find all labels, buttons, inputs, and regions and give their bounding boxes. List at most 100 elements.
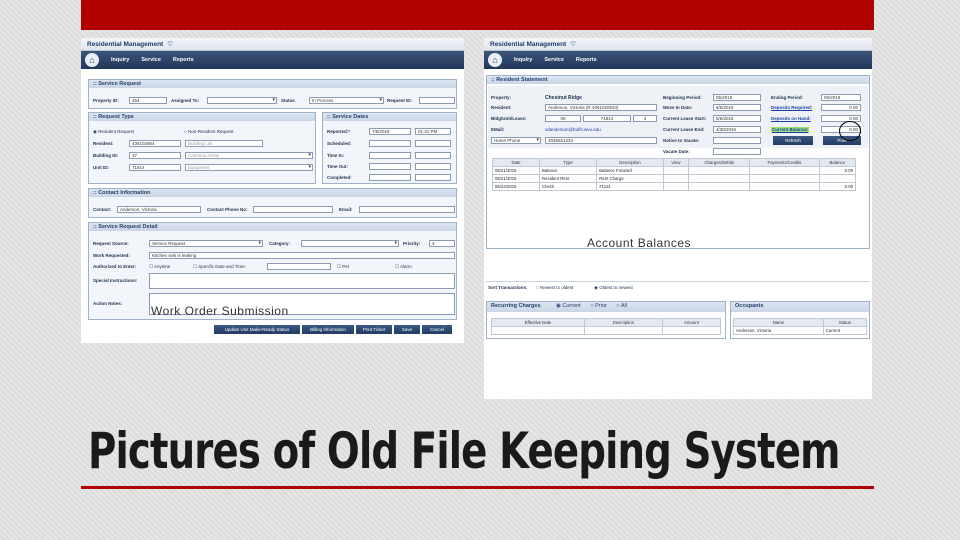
- lease-field[interactable]: 4: [633, 115, 657, 122]
- lease-start-field[interactable]: 5/6/2015: [713, 115, 761, 122]
- resident-request-radio[interactable]: ◉ Resident Request: [93, 129, 134, 135]
- time-out-date-field[interactable]: [369, 163, 411, 170]
- email-link[interactable]: vdanderson@buffs.wvu.edu: [545, 127, 601, 132]
- phone-type-select[interactable]: Home Phone: [491, 137, 541, 144]
- col-view: View: [662, 158, 690, 167]
- contact-field[interactable]: Anderson, Victoria: [117, 206, 201, 213]
- panel-title: :: Resident Statement: [487, 76, 869, 84]
- scheduled-time-field[interactable]: [415, 140, 451, 147]
- col-date: Date: [491, 158, 541, 167]
- vacate-date-field[interactable]: [713, 148, 761, 155]
- nav-service[interactable]: Service: [544, 57, 564, 63]
- time-in-date-field[interactable]: [369, 152, 411, 159]
- cancel-button[interactable]: Cancel: [422, 325, 452, 334]
- special-instructions-field[interactable]: [149, 273, 455, 289]
- col-description: Description: [596, 158, 664, 167]
- nav-service[interactable]: Service: [141, 57, 161, 63]
- table-row[interactable]: 05/21/2015 Balance Balance Forward 0.00: [491, 166, 857, 175]
- nav-reports[interactable]: Reports: [576, 57, 597, 63]
- current-balance-link[interactable]: Current Balance:: [771, 127, 810, 132]
- work-order-screenshot: Residential Management ♡ ⌂ Inquiry Servi…: [81, 38, 464, 343]
- table-row[interactable]: Anderson, Victoria Current: [733, 326, 868, 335]
- cell: Resident Rent: [539, 174, 598, 183]
- cell: [662, 174, 690, 183]
- reported-date-field[interactable]: 7/9/2015: [369, 128, 411, 135]
- app-title: Residential Management: [490, 40, 567, 48]
- sort-oldest-radio[interactable]: ◉ Oldest to newest: [594, 285, 633, 291]
- col-status: Status: [822, 318, 868, 327]
- time-in-time-field[interactable]: [415, 152, 451, 159]
- time-out-time-field[interactable]: [415, 163, 451, 170]
- property-id-field[interactable]: 454: [129, 97, 167, 104]
- bldg-field[interactable]: 06: [545, 115, 581, 122]
- work-requested-field[interactable]: Kitchen sink is leaking: [149, 252, 455, 259]
- anytime-checkbox[interactable]: ☐ Anytime: [149, 264, 170, 270]
- billing-information-button[interactable]: Billing Information: [302, 325, 354, 334]
- status-select[interactable]: In Process: [309, 97, 384, 104]
- specific-time-field[interactable]: [267, 263, 331, 270]
- completed-date-field[interactable]: [369, 174, 411, 181]
- nav-reports[interactable]: Reports: [173, 57, 194, 63]
- request-source-select[interactable]: Service Request: [149, 240, 263, 247]
- non-resident-request-radio[interactable]: ○ Non-Resident Request: [184, 129, 234, 134]
- nav-inquiry[interactable]: Inquiry: [111, 57, 129, 63]
- completed-time-field[interactable]: [415, 174, 451, 181]
- priority-field[interactable]: 4: [429, 240, 455, 247]
- move-in-field[interactable]: 5/6/2015: [713, 104, 761, 111]
- panel-title: :: Request Type: [89, 113, 315, 121]
- phone-field[interactable]: 3045551234: [545, 137, 657, 144]
- deposits-required-link[interactable]: Deposits Required:: [771, 105, 812, 110]
- heart-icon: ♡: [570, 41, 577, 48]
- occupants-panel: Occupants Name Status Anderson, Victoria…: [730, 301, 870, 339]
- nav-inquiry[interactable]: Inquiry: [514, 57, 532, 63]
- notice-to-vacate-field[interactable]: [713, 137, 761, 144]
- equipment-select[interactable]: Equipment: [185, 164, 313, 171]
- contact-phone-field[interactable]: [253, 206, 333, 213]
- unit-id-field[interactable]: 71514: [129, 164, 181, 171]
- building-list-field[interactable]: Building List: [185, 140, 263, 147]
- print-ticket-button[interactable]: Print Ticket: [356, 325, 392, 334]
- deposits-on-hand-field[interactable]: 0.00: [821, 115, 861, 122]
- recurring-current-radio[interactable]: ◉ Current: [556, 303, 581, 309]
- refresh-button[interactable]: Refresh: [773, 136, 813, 145]
- unit-field[interactable]: 71514: [583, 115, 631, 122]
- cell: 05/24/2015: [491, 182, 541, 191]
- save-button[interactable]: Save: [394, 325, 420, 334]
- common-areas-select[interactable]: Common Areas: [185, 152, 313, 159]
- cell: [688, 182, 751, 191]
- recurring-all-label: All: [620, 303, 627, 309]
- table-row[interactable]: 05/21/2015 Resident Rent Rent Charge: [491, 174, 857, 183]
- sort-newest-radio[interactable]: ○ Newest to oldest: [536, 285, 573, 290]
- update-make-ready-button[interactable]: Update Unit Make-Ready Status: [214, 325, 300, 334]
- building-id-field[interactable]: 37: [129, 152, 181, 159]
- table-row[interactable]: 05/24/2015 Check #1131 0.00: [491, 182, 857, 191]
- lease-end-field[interactable]: 4/30/2016: [713, 126, 761, 133]
- cell: Check: [539, 182, 598, 191]
- email-field[interactable]: [359, 206, 455, 213]
- resident-field[interactable]: 436102854: [129, 140, 181, 147]
- beginning-period-field[interactable]: 05/2015: [713, 94, 761, 101]
- scheduled-date-field[interactable]: [369, 140, 411, 147]
- slide-title: Pictures of Old File Keeping System: [88, 422, 840, 480]
- reported-time-field[interactable]: 01:31 PM: [415, 128, 451, 135]
- sort-bar: Sort Transactions: ○ Newest to oldest ◉ …: [486, 281, 870, 293]
- specific-time-checkbox[interactable]: ☐ Specific Date and Time:: [193, 264, 246, 270]
- cell: Rent Charge: [596, 174, 664, 183]
- app-title: Residential Management: [87, 40, 164, 48]
- alarm-checkbox[interactable]: ☐ Alarm: [395, 264, 412, 270]
- pet-checkbox[interactable]: ☐ Pet: [337, 264, 349, 270]
- category-select[interactable]: [301, 240, 399, 247]
- lease-end-label: Current Lease End:: [663, 127, 705, 132]
- home-icon[interactable]: ⌂: [85, 53, 99, 67]
- ending-period-field[interactable]: 05/2015: [821, 94, 861, 101]
- deposits-required-field[interactable]: 0.00: [821, 104, 861, 111]
- ledger-table: Date Type Description View Charges/Debit…: [491, 158, 857, 191]
- assigned-to-select[interactable]: [207, 97, 277, 104]
- recurring-all-radio[interactable]: ○ All: [616, 303, 627, 309]
- resident-field[interactable]: Anderson, Victoria (R.4061020634): [545, 104, 657, 111]
- deposits-on-hand-link[interactable]: Deposits on Hand:: [771, 116, 811, 121]
- recurring-prior-radio[interactable]: ○ Prior: [590, 303, 606, 309]
- home-icon[interactable]: ⌂: [488, 53, 502, 67]
- request-id-field[interactable]: [419, 97, 455, 104]
- col-effective-date: Effective Date: [491, 318, 585, 327]
